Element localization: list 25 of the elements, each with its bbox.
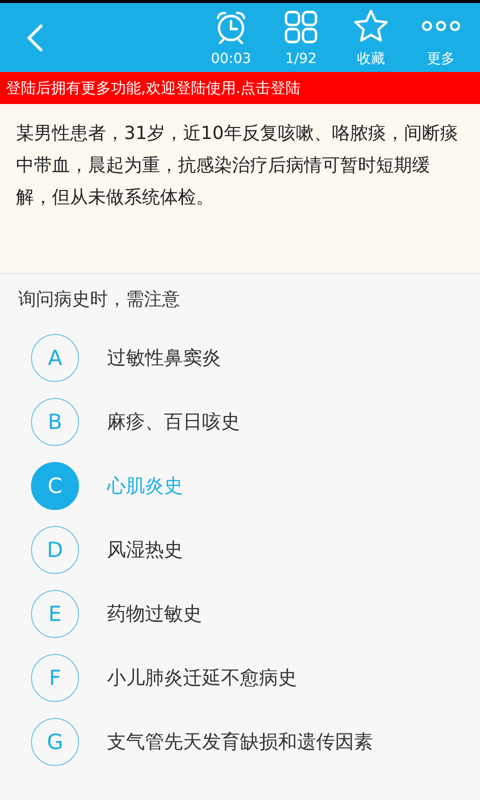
toolbar-button[interactable]: 收藏 [340, 3, 402, 72]
toolbar-button[interactable]: 00:03 [200, 3, 262, 72]
option-letter[interactable]: E [31, 590, 79, 638]
grid-icon [284, 10, 318, 44]
option-letter[interactable]: B [31, 398, 79, 446]
option-text[interactable]: 风湿热史 [107, 537, 183, 563]
option-letter[interactable]: G [31, 718, 79, 766]
toolbar-button[interactable]: 1/92 [270, 3, 332, 72]
option-text[interactable]: 过敏性鼻窦炎 [107, 345, 221, 371]
option-text[interactable]: 麻疹、百日咳史 [107, 409, 240, 435]
option-letter[interactable]: C [31, 462, 79, 510]
question-prompt: 询问病史时，需注意 [18, 288, 181, 312]
star-icon [353, 8, 389, 42]
question-passage: 某男性患者，31岁，近10年反复咳嗽、咯脓痰，间断痰中带血，晨起为重，抗感染治疗后病情可暂时短期缓解，但从未做系统体检。 [16, 122, 459, 210]
more-icon [422, 20, 460, 32]
back-icon [26, 22, 44, 52]
login-banner[interactable]: 登陆后拥有更多功能,欢迎登陆使用.点击登陆 [0, 72, 480, 104]
option-text[interactable]: 药物过敏史 [107, 601, 202, 627]
option-letter[interactable]: D [31, 526, 79, 574]
option-text[interactable]: 支气管先天发育缺损和遗传因素 [107, 729, 373, 755]
option-text[interactable]: 小儿肺炎迁延不愈病史 [107, 665, 297, 691]
toolbar-button[interactable]: 更多 [410, 3, 472, 72]
option-letter[interactable]: F [31, 654, 79, 702]
option-text[interactable]: 心肌炎史 [107, 473, 183, 499]
option-letter[interactable]: A [31, 334, 79, 382]
